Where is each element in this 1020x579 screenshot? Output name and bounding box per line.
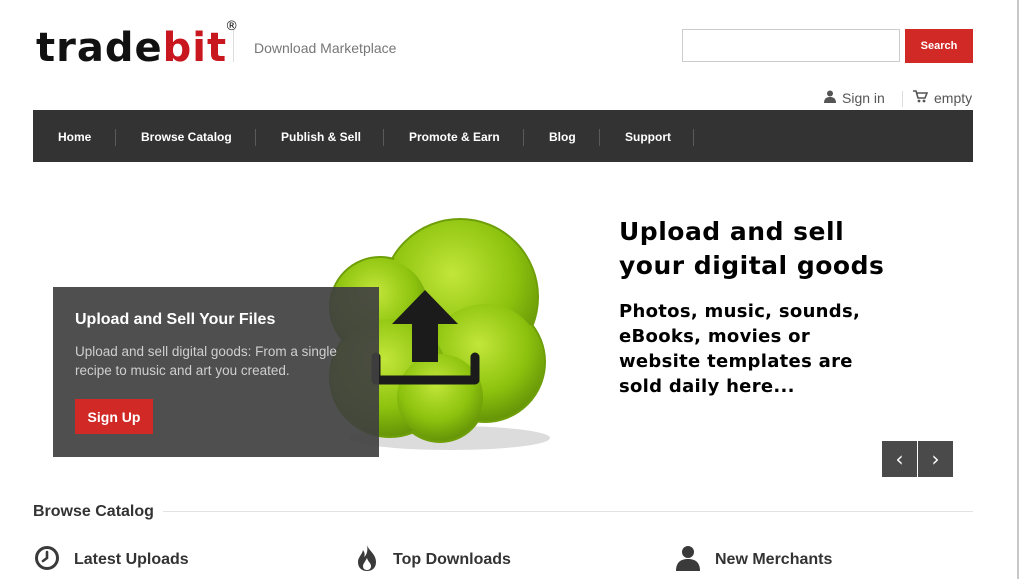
category-label: Top Downloads (393, 551, 511, 568)
logo-trade: trade (36, 25, 163, 71)
flame-icon (355, 544, 379, 577)
browse-catalog-heading: Browse Catalog (33, 503, 154, 520)
hero-subtitle: Photos, music, sounds, eBooks, movies or… (619, 299, 860, 399)
search-input[interactable] (682, 29, 900, 62)
nav-divider (599, 129, 600, 146)
category-latest-uploads[interactable]: Latest Uploads (34, 545, 189, 576)
sign-up-button[interactable]: Sign Up (75, 399, 153, 434)
user-icon (824, 90, 836, 106)
hero-box-title: Upload and Sell Your Files (75, 311, 276, 328)
cart-icon (913, 90, 929, 106)
slider-prev-button[interactable]: ‹ (882, 441, 917, 477)
sign-in-link[interactable]: Sign in (824, 90, 885, 106)
utility-divider (902, 91, 903, 107)
nav-blog[interactable]: Blog (549, 110, 576, 162)
nav-divider (383, 129, 384, 146)
hero-title: Upload and sell your digital goods (619, 215, 884, 283)
chevron-right-icon: › (931, 447, 940, 471)
nav-divider (255, 129, 256, 146)
nav-browse-catalog[interactable]: Browse Catalog (141, 110, 232, 162)
person-icon (675, 545, 701, 576)
hero-subtitle-line: sold daily here... (619, 376, 795, 397)
clock-icon (34, 545, 60, 576)
main-navigation: Home Browse Catalog Publish & Sell Promo… (33, 110, 973, 162)
logo-bit: bit (162, 25, 228, 71)
nav-support[interactable]: Support (625, 110, 671, 162)
nav-divider (115, 129, 116, 146)
section-divider (163, 511, 973, 512)
category-top-downloads[interactable]: Top Downloads (355, 544, 511, 577)
category-label: New Merchants (715, 551, 833, 568)
header-divider (233, 30, 234, 62)
hero-box-text: Upload and sell digital goods: From a si… (75, 344, 337, 378)
nav-divider (693, 129, 694, 146)
sign-in-label: Sign in (842, 90, 885, 106)
nav-home[interactable]: Home (58, 110, 91, 162)
page-edge (1017, 0, 1019, 579)
nav-divider (523, 129, 524, 146)
cart-status: empty (934, 90, 973, 106)
hero-subtitle-line: eBooks, movies or (619, 326, 811, 347)
cart-link[interactable]: empty (913, 90, 972, 106)
hero-subtitle-line: website templates are (619, 351, 853, 372)
nav-promote-earn[interactable]: Promote & Earn (409, 110, 500, 162)
category-new-merchants[interactable]: New Merchants (675, 545, 833, 576)
tradebit-logo[interactable]: tradebit ® (36, 20, 238, 71)
hero-title-line: Upload and sell (619, 217, 845, 246)
hero-title-line: your digital goods (619, 251, 885, 280)
category-label: Latest Uploads (74, 551, 189, 568)
nav-publish-sell[interactable]: Publish & Sell (281, 110, 361, 162)
tagline: Download Marketplace (254, 40, 397, 56)
hero-caption-box: Upload and Sell Your Files Upload and se… (53, 287, 379, 457)
hero-subtitle-line: Photos, music, sounds, (619, 301, 861, 322)
search-button[interactable]: Search (905, 29, 973, 63)
slider-next-button[interactable]: › (918, 441, 953, 477)
chevron-left-icon: ‹ (895, 447, 904, 471)
